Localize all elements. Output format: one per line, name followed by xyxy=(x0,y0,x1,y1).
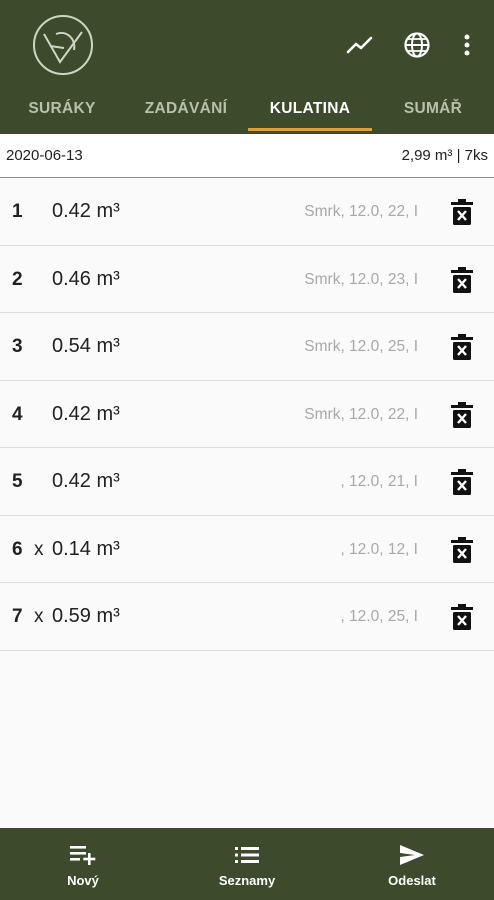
item-number: 6 xyxy=(12,538,23,560)
tab-suraky[interactable]: SURÁKY xyxy=(0,84,124,134)
date-label: 2020-06-13 xyxy=(6,147,83,164)
app-logo-icon xyxy=(30,12,96,78)
item-volume: 0.46 m³ xyxy=(52,267,120,290)
item-volume: 0.42 m³ xyxy=(52,470,120,492)
delete-icon[interactable] xyxy=(449,602,475,632)
delete-icon[interactable] xyxy=(449,332,475,362)
item-detail: Smrk, 12.0, 22, I xyxy=(304,203,418,220)
tab-bar: SURÁKY ZADÁVÁNÍ KULATINA SUMÁŘ xyxy=(0,84,494,134)
globe-icon[interactable] xyxy=(400,28,434,62)
new-button[interactable]: Nový xyxy=(23,828,143,900)
item-number: 5 xyxy=(12,471,23,492)
item-detail: Smrk, 12.0, 23, I xyxy=(304,270,418,288)
item-detail: Smrk, 12.0, 25, I xyxy=(304,338,418,355)
item-volume: 0.14 m³ xyxy=(52,537,120,560)
trend-chart-icon[interactable] xyxy=(343,28,377,62)
list-item[interactable]: 7 x 0.59 m³ , 12.0, 25, I xyxy=(0,583,494,651)
list-item[interactable]: 1 0.42 m³ Smrk, 12.0, 22, I xyxy=(0,178,494,246)
item-detail: , 12.0, 25, I xyxy=(340,608,418,625)
item-volume: 0.54 m³ xyxy=(52,335,120,357)
tab-kulatina[interactable]: KULATINA xyxy=(248,84,372,134)
list-item[interactable]: 3 0.54 m³ Smrk, 12.0, 25, I xyxy=(0,313,494,381)
summary-label: 2,99 m³ | 7ks xyxy=(401,147,488,164)
tab-zadavani[interactable]: ZADÁVÁNÍ xyxy=(124,84,248,134)
item-number: 4 xyxy=(12,403,23,425)
item-volume: 0.42 m³ xyxy=(52,200,120,222)
new-button-label: Nový xyxy=(67,873,99,888)
item-number: 1 xyxy=(12,201,23,222)
log-list: 1 0.42 m³ Smrk, 12.0, 22, I 2 0.46 m³ Sm… xyxy=(0,178,494,651)
bottom-nav: Nový Seznamy Odeslat xyxy=(0,828,494,900)
send-button[interactable]: Odeslat xyxy=(352,828,472,900)
delete-icon[interactable] xyxy=(449,535,475,565)
list-item[interactable]: 4 0.42 m³ Smrk, 12.0, 22, I xyxy=(0,380,494,448)
item-detail: , 12.0, 21, I xyxy=(340,473,418,490)
item-volume: 0.42 m³ xyxy=(52,402,120,425)
tab-sumar[interactable]: SUMÁŘ xyxy=(372,84,494,134)
list-item[interactable]: 2 0.46 m³ Smrk, 12.0, 23, I xyxy=(0,245,494,313)
delete-icon[interactable] xyxy=(449,265,475,295)
item-number: 7 xyxy=(12,606,23,627)
item-number: 3 xyxy=(12,336,23,357)
item-volume: 0.59 m³ xyxy=(52,605,120,627)
item-detail: Smrk, 12.0, 22, I xyxy=(304,405,418,423)
delete-icon[interactable] xyxy=(449,400,475,430)
list-item[interactable]: 5 0.42 m³ , 12.0, 21, I xyxy=(0,448,494,516)
delete-icon[interactable] xyxy=(449,197,475,227)
list-icon xyxy=(232,843,262,867)
item-number: 2 xyxy=(12,268,23,290)
lists-button-label: Seznamy xyxy=(218,873,276,888)
playlist-add-icon xyxy=(68,843,98,867)
active-tab-indicator xyxy=(248,128,372,131)
list-item[interactable]: 6 x 0.14 m³ , 12.0, 12, I xyxy=(0,515,494,583)
item-detail: , 12.0, 12, I xyxy=(340,540,418,558)
item-mark: x xyxy=(34,606,44,627)
send-icon xyxy=(397,843,427,867)
delete-icon[interactable] xyxy=(449,467,475,497)
app-bar: SURÁKY ZADÁVÁNÍ KULATINA SUMÁŘ xyxy=(0,0,494,134)
lists-button[interactable]: Seznamy xyxy=(187,828,307,900)
more-vert-icon[interactable] xyxy=(450,28,484,62)
info-bar: 2020-06-13 2,99 m³ | 7ks xyxy=(0,134,494,178)
send-button-label: Odeslat xyxy=(388,873,436,888)
item-mark: x xyxy=(34,538,44,560)
